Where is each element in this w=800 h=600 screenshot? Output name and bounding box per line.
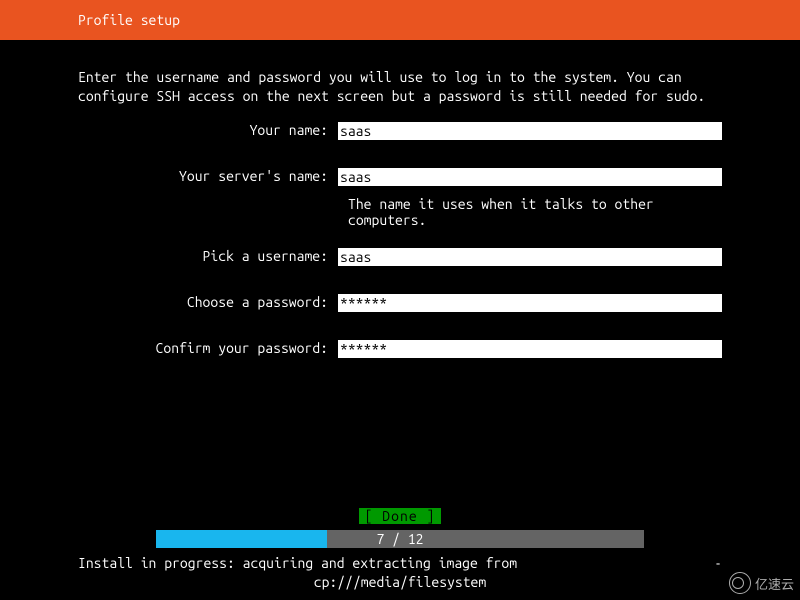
name-label: Your name: [78, 122, 338, 140]
name-input[interactable]: saas [338, 122, 722, 140]
name-row: Your name: saas [78, 122, 722, 140]
done-row: [ Done ] [0, 508, 800, 524]
done-button[interactable]: [ Done ] [359, 508, 442, 524]
spinner-icon: - [714, 554, 722, 573]
instruction-text: Enter the username and password you will… [0, 40, 800, 122]
server-input[interactable]: saas [338, 168, 722, 186]
status-area: Install in progress: acquiring and extra… [78, 554, 722, 592]
confirm-input[interactable]: ****** [338, 340, 722, 358]
progress-bar: 7 / 12 [156, 530, 644, 548]
confirm-label: Confirm your password: [78, 340, 338, 358]
confirm-row: Confirm your password: ****** [78, 340, 722, 358]
watermark-text: 亿速云 [755, 574, 794, 593]
page-title: Profile setup [78, 12, 180, 28]
cloud-icon [729, 572, 751, 594]
username-row: Pick a username: saas [78, 248, 722, 266]
server-row: Your server's name: saas [78, 168, 722, 186]
username-label: Pick a username: [78, 248, 338, 266]
status-text-2: cp:///media/filesystem [78, 573, 722, 592]
header-bar: Profile setup [0, 0, 800, 40]
progress-text: 7 / 12 [156, 530, 644, 548]
password-input[interactable]: ****** [338, 294, 722, 312]
status-text-1: Install in progress: acquiring and extra… [78, 554, 517, 573]
password-label: Choose a password: [78, 294, 338, 312]
username-input[interactable]: saas [338, 248, 722, 266]
server-hint: The name it uses when it talks to other … [348, 196, 722, 228]
server-label: Your server's name: [78, 168, 338, 186]
password-row: Choose a password: ****** [78, 294, 722, 312]
watermark: 亿速云 [729, 572, 794, 594]
profile-form: Your name: saas Your server's name: saas… [0, 122, 800, 358]
